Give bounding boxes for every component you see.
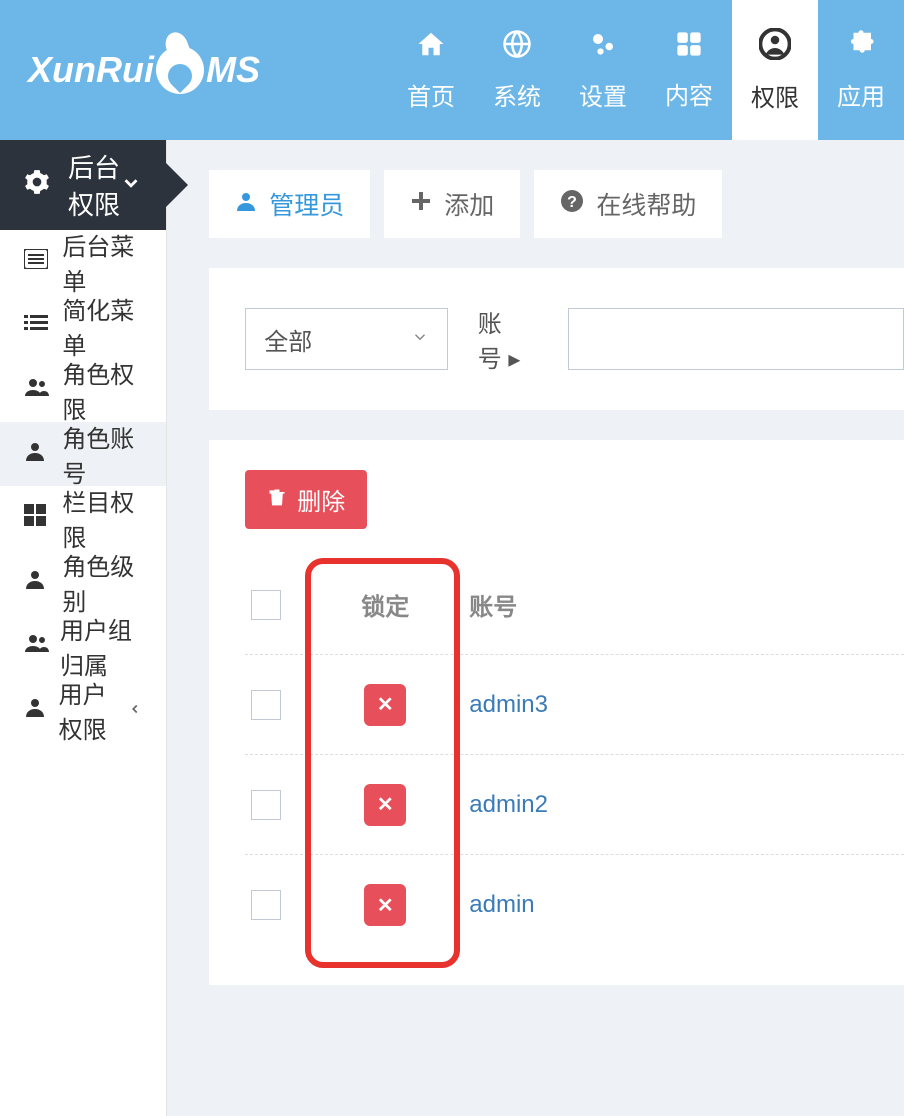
sidebar-item-role-permission[interactable]: 角色权限 [0, 358, 166, 422]
content-tabs: 管理员 添加 ? 在线帮助 [167, 170, 904, 238]
user-circle-icon [759, 28, 791, 68]
content: 管理员 添加 ? 在线帮助 全部 [167, 140, 904, 1116]
list-alt-icon [24, 249, 52, 275]
sidebar-item-label: 角色权限 [62, 355, 142, 425]
logo: XunRui MS [0, 46, 290, 94]
globe-icon [502, 29, 532, 67]
lock-toggle[interactable]: ✕ [364, 884, 406, 926]
sidebar-item-user-permission[interactable]: 用户权限 [0, 678, 166, 742]
lock-toggle[interactable]: ✕ [364, 684, 406, 726]
sidebar-item-role-account[interactable]: 角色账号 [0, 422, 166, 486]
user-icon [235, 190, 257, 219]
question-icon: ? [560, 189, 584, 220]
users-icon [24, 376, 52, 404]
list-icon [24, 313, 52, 339]
sidebar-head-label: 后台权限 [68, 148, 120, 222]
tab-help[interactable]: ? 在线帮助 [534, 170, 722, 238]
chevron-down-icon [120, 170, 142, 201]
svg-text:?: ? [567, 194, 577, 211]
sidebar-item-label: 用户组归属 [60, 611, 142, 681]
trash-icon [267, 486, 287, 514]
sidebar-item-column-permission[interactable]: 栏目权限 [0, 486, 166, 550]
plus-icon [410, 190, 432, 219]
filter-account-input[interactable] [568, 308, 904, 370]
row-checkbox[interactable] [251, 890, 281, 920]
row-checkbox[interactable] [251, 790, 281, 820]
sidebar-item-simple-menu[interactable]: 简化菜单 [0, 294, 166, 358]
chevron-left-icon [128, 700, 142, 721]
nav-apps[interactable]: 应用 [818, 0, 904, 140]
user-icon [24, 440, 52, 468]
filter-select-value: 全部 [264, 322, 312, 357]
nav-settings[interactable]: 设置 [560, 0, 646, 140]
table-row: ✕ admin2 [245, 755, 904, 855]
filter-select[interactable]: 全部 [245, 308, 447, 370]
sidebar-item-backend-menu[interactable]: 后台菜单 [0, 230, 166, 294]
sidebar-item-label: 角色级别 [62, 547, 142, 617]
tab-label: 管理员 [269, 186, 344, 222]
logo-flame-icon [156, 46, 204, 94]
nav-home[interactable]: 首页 [388, 0, 474, 140]
account-link[interactable]: admin2 [469, 791, 548, 818]
col-lock-head: 锁定 [315, 587, 455, 622]
gear-icon [24, 169, 50, 202]
logo-pre: XunRui [28, 49, 154, 91]
grid-icon [675, 30, 703, 66]
filter-panel: 全部 账号 ▸ [209, 268, 904, 410]
table-row: ✕ admin [245, 855, 904, 955]
sidebar-item-label: 角色账号 [62, 419, 142, 489]
sidebar: 后台权限 后台菜单 简化菜单 角色权限 [0, 140, 167, 1116]
lock-toggle[interactable]: ✕ [364, 784, 406, 826]
sidebar-item-role-level[interactable]: 角色级别 [0, 550, 166, 614]
user-icon [24, 696, 49, 724]
table-panel: 删除 锁定 账号 ✕ admin3 ✕ admin2 [209, 440, 904, 985]
table-head: 锁定 账号 [245, 555, 904, 655]
sidebar-item-usergroup[interactable]: 用户组归属 [0, 614, 166, 678]
home-icon [416, 29, 446, 67]
tab-label: 添加 [444, 186, 494, 222]
delete-button[interactable]: 删除 [245, 470, 367, 529]
tab-add[interactable]: 添加 [384, 170, 520, 238]
table-row: ✕ admin3 [245, 655, 904, 755]
delete-button-label: 删除 [297, 482, 345, 517]
sidebar-item-label: 栏目权限 [62, 483, 142, 553]
filter-label: 账号 ▸ [478, 304, 538, 374]
header: XunRui MS 首页 系统 设置 内容 [0, 0, 904, 140]
tab-label: 在线帮助 [596, 186, 696, 222]
sidebar-item-label: 简化菜单 [62, 291, 142, 361]
nav-permission[interactable]: 权限 [732, 0, 818, 140]
puzzle-icon [846, 29, 876, 67]
chevron-down-icon [411, 325, 429, 353]
cogs-icon [588, 29, 618, 67]
user-icon [24, 568, 52, 596]
accounts-table: 锁定 账号 ✕ admin3 ✕ admin2 ✕ admin [245, 555, 904, 955]
users-icon [24, 632, 50, 660]
row-checkbox[interactable] [251, 690, 281, 720]
account-link[interactable]: admin3 [469, 691, 548, 718]
sidebar-head[interactable]: 后台权限 [0, 140, 166, 230]
top-nav: 首页 系统 设置 内容 权限 [388, 0, 904, 140]
account-link[interactable]: admin [469, 891, 534, 918]
col-account-head: 账号 [455, 587, 904, 622]
checkbox-all[interactable] [251, 590, 281, 620]
th-large-icon [24, 504, 52, 532]
sidebar-head-arrow [166, 163, 188, 207]
logo-post: MS [206, 49, 260, 91]
sidebar-item-label: 用户权限 [59, 675, 129, 745]
nav-system[interactable]: 系统 [474, 0, 560, 140]
nav-content[interactable]: 内容 [646, 0, 732, 140]
tab-admin[interactable]: 管理员 [209, 170, 370, 238]
sidebar-item-label: 后台菜单 [62, 227, 142, 297]
